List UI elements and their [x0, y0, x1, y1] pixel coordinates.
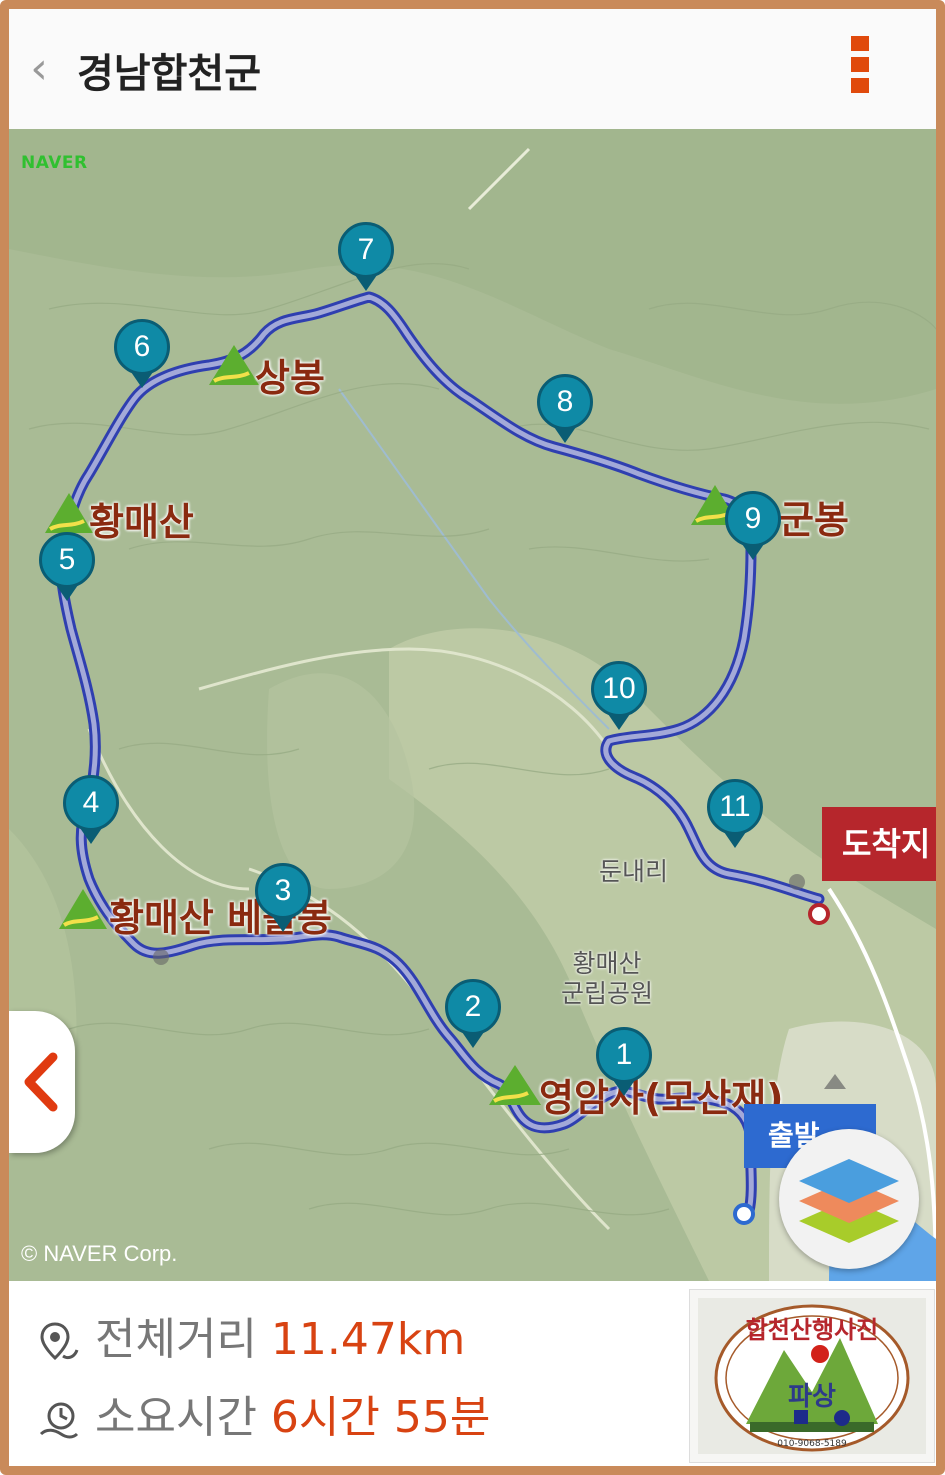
layers-icon — [799, 1159, 899, 1243]
place-label-dunnaeri: 둔내리 — [599, 857, 669, 886]
distance-value: 11.47km — [270, 1314, 466, 1365]
waypoint-marker-8[interactable]: 8 — [537, 374, 593, 443]
badge-logo-text: 파상 — [788, 1382, 836, 1412]
waypoint-marker-5[interactable]: 5 — [39, 532, 95, 601]
waypoint-marker-10[interactable]: 10 — [591, 661, 647, 730]
waypoint-marker-2[interactable]: 2 — [445, 979, 501, 1048]
naver-logo: NAVER — [21, 153, 88, 173]
side-panel-toggle-button[interactable] — [9, 1011, 75, 1153]
badge-logo: 파상 합천산행사진 010-9068-5189 — [698, 1298, 926, 1454]
more-vertical-icon-dot — [851, 78, 869, 93]
waypoint-marker-6[interactable]: 6 — [114, 319, 170, 388]
waypoint-marker-7[interactable]: 7 — [338, 222, 394, 291]
clock-icon — [39, 1402, 79, 1439]
map-layers-button[interactable] — [779, 1129, 919, 1269]
app-header: ‹ 경남합천군 — [9, 9, 936, 130]
peak-label-hwangmaesan: 황매산 — [89, 500, 194, 544]
route-summary-panel: 전체거리 11.47km 소요시간 6시간 55분 파상 합천산행사진 010-… — [9, 1281, 936, 1466]
waypoint-marker-4[interactable]: 4 — [63, 775, 119, 844]
badge-title-text: 합천산행사진 — [746, 1316, 878, 1344]
map-copyright: © NAVER Corp. — [21, 1241, 178, 1266]
chevron-left-icon — [24, 1052, 58, 1112]
waypoint-marker-9[interactable]: 9 — [725, 491, 781, 560]
waypoint-marker-1[interactable]: 1 — [596, 1027, 652, 1096]
distance-label: 전체거리 — [95, 1314, 257, 1365]
more-vertical-icon — [851, 36, 869, 51]
more-menu-button[interactable] — [845, 33, 875, 111]
route-pin-icon — [40, 1322, 79, 1361]
badge-phone-text: 010-9068-5189 — [777, 1439, 847, 1449]
more-vertical-icon-dot — [851, 57, 869, 72]
peak-label-sangbong: 상봉 — [255, 356, 325, 400]
place-label-county-park: 황매산 군립공원 — [561, 949, 654, 1008]
page-title: 경남합천군 — [77, 51, 261, 97]
watermark-badge: 파상 합천산행사진 010-9068-5189 — [689, 1289, 935, 1463]
chevron-left-icon: ‹ — [30, 43, 48, 94]
duration-row: 소요시간 6시간 55분 — [37, 1381, 490, 1445]
peak-label-gunbong: 군봉 — [779, 498, 849, 542]
map-view[interactable]: NAVER 상봉 황매산 군봉 황매산 베틀봉 영암사(모산재) 둔내리 황매산… — [9, 129, 936, 1281]
arrival-flag[interactable]: 도착지 — [822, 807, 936, 881]
back-button[interactable]: ‹ — [19, 47, 59, 97]
distance-row: 전체거리 11.47km — [37, 1303, 465, 1367]
duration-label: 소요시간 — [95, 1392, 257, 1443]
app-frame: ‹ 경남합천군 NAVER 상봉 황매산 군봉 황매산 베틀봉 영암사(모산재)… — [0, 0, 945, 1475]
waypoint-marker-11[interactable]: 11 — [707, 779, 763, 848]
duration-value: 6시간 55분 — [270, 1392, 491, 1443]
waypoint-marker-3[interactable]: 3 — [255, 863, 311, 932]
